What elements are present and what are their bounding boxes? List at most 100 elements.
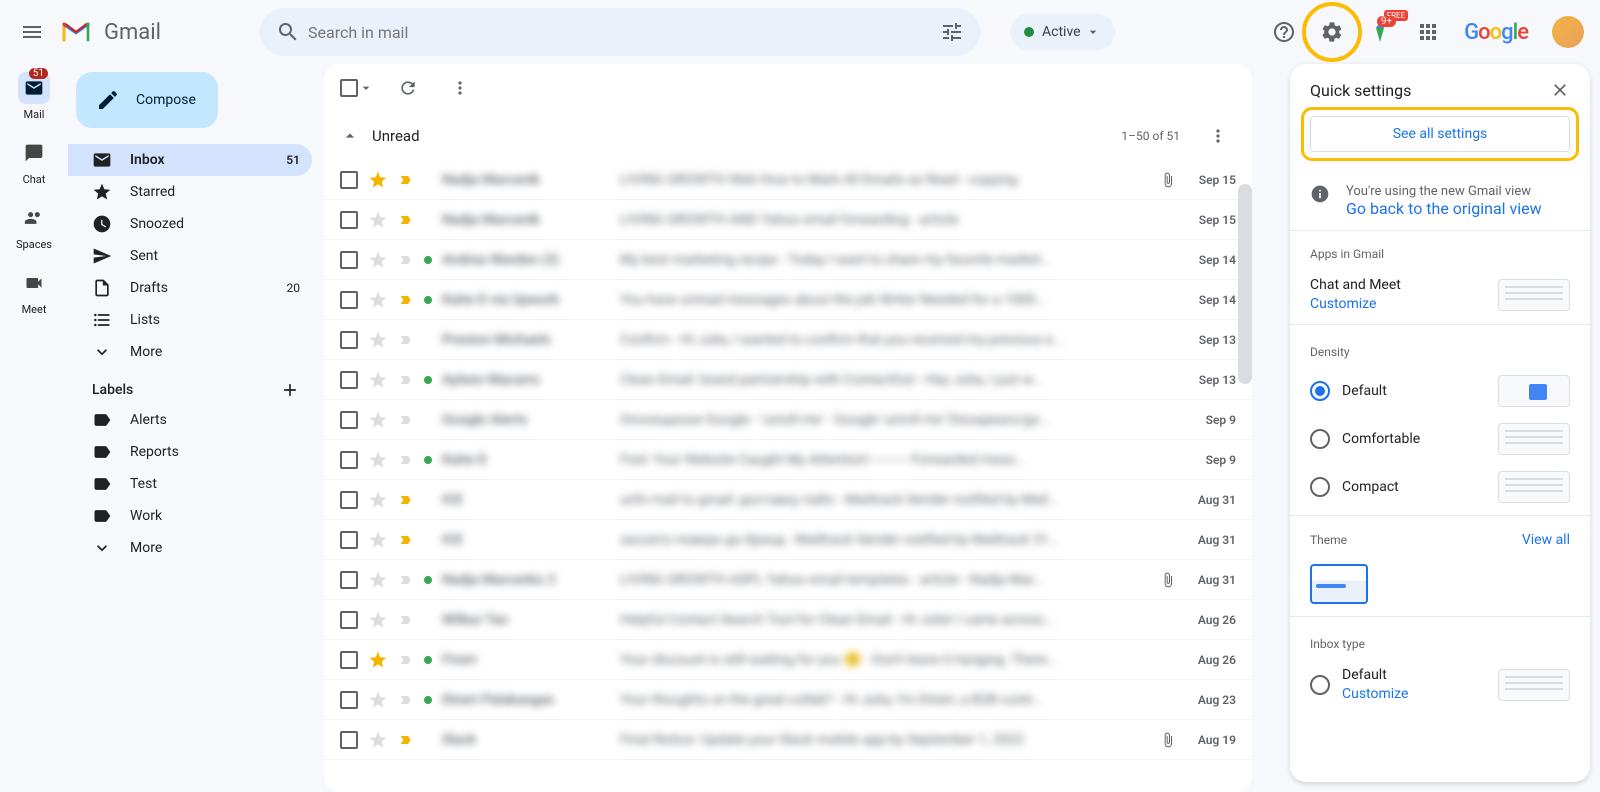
important-icon[interactable] bbox=[398, 252, 414, 268]
inbox-default-option[interactable]: Default Customize bbox=[1290, 659, 1590, 710]
email-row[interactable]: Nadja Marcenko 2 LIVING GROWTH ASPL Yaho… bbox=[324, 560, 1252, 600]
star-icon[interactable] bbox=[368, 650, 388, 670]
customize-chat-link[interactable]: Customize bbox=[1310, 296, 1376, 312]
rail-chat[interactable]: Chat bbox=[18, 137, 50, 186]
main-menu-button[interactable] bbox=[8, 8, 56, 56]
important-icon[interactable] bbox=[398, 652, 414, 668]
more-button[interactable] bbox=[442, 70, 478, 106]
important-icon[interactable] bbox=[398, 572, 414, 588]
inbox-customize-link[interactable]: Customize bbox=[1342, 686, 1408, 702]
density-compact-option[interactable]: Compact bbox=[1290, 463, 1590, 511]
star-icon[interactable] bbox=[368, 170, 388, 190]
email-row[interactable]: Ayleen Macarro Clean Email: brand partne… bbox=[324, 360, 1252, 400]
star-icon[interactable] bbox=[368, 210, 388, 230]
important-icon[interactable] bbox=[398, 732, 414, 748]
important-icon[interactable] bbox=[398, 452, 414, 468]
search-icon[interactable] bbox=[268, 12, 308, 52]
star-icon[interactable] bbox=[368, 330, 388, 350]
radio-button[interactable] bbox=[1310, 429, 1330, 449]
see-all-settings-button[interactable]: See all settings bbox=[1310, 116, 1570, 152]
email-row[interactable]: Slack Final Notice: Update your Slack mo… bbox=[324, 720, 1252, 760]
star-icon[interactable] bbox=[368, 530, 388, 550]
email-row[interactable]: ICE unfo mail to gmail: доставку пабо - … bbox=[324, 480, 1252, 520]
label-work[interactable]: Work bbox=[68, 500, 312, 532]
close-button[interactable] bbox=[1550, 80, 1570, 100]
nav-inbox[interactable]: Inbox51 bbox=[68, 144, 312, 176]
row-checkbox[interactable] bbox=[340, 611, 358, 629]
row-checkbox[interactable] bbox=[340, 531, 358, 549]
label-alerts[interactable]: Alerts bbox=[68, 404, 312, 436]
row-checkbox[interactable] bbox=[340, 491, 358, 509]
revert-view-link[interactable]: Go back to the original view bbox=[1346, 199, 1542, 218]
email-row[interactable]: ICE заснято поверх до бренд - Mailtrack … bbox=[324, 520, 1252, 560]
rail-mail[interactable]: 51 Mail bbox=[18, 72, 50, 121]
row-checkbox[interactable] bbox=[340, 411, 358, 429]
search-bar[interactable] bbox=[260, 8, 980, 56]
email-row[interactable]: Katie D Fwd: Your Website Caught My Atte… bbox=[324, 440, 1252, 480]
label-reports[interactable]: Reports bbox=[68, 436, 312, 468]
star-icon[interactable] bbox=[368, 290, 388, 310]
star-icon[interactable] bbox=[368, 730, 388, 750]
search-input[interactable] bbox=[308, 23, 932, 42]
important-icon[interactable] bbox=[398, 692, 414, 708]
important-icon[interactable] bbox=[398, 172, 414, 188]
important-icon[interactable] bbox=[398, 212, 414, 228]
density-comfortable-option[interactable]: Comfortable bbox=[1290, 415, 1590, 463]
row-checkbox[interactable] bbox=[340, 731, 358, 749]
star-icon[interactable] bbox=[368, 410, 388, 430]
gmail-logo-area[interactable]: Gmail bbox=[60, 20, 240, 45]
addon-button[interactable]: FREE 9+ bbox=[1360, 12, 1400, 52]
important-icon[interactable] bbox=[398, 532, 414, 548]
collapse-section-icon[interactable] bbox=[340, 126, 360, 146]
nav-snoozed[interactable]: Snoozed bbox=[68, 208, 312, 240]
nav-drafts[interactable]: Drafts20 bbox=[68, 272, 312, 304]
account-avatar[interactable] bbox=[1552, 16, 1584, 48]
important-icon[interactable] bbox=[398, 492, 414, 508]
email-row[interactable]: Nadja Marcenik LIVING GROWTH Web How to … bbox=[324, 160, 1252, 200]
row-checkbox[interactable] bbox=[340, 571, 358, 589]
important-icon[interactable] bbox=[398, 372, 414, 388]
star-icon[interactable] bbox=[368, 250, 388, 270]
star-icon[interactable] bbox=[368, 570, 388, 590]
row-checkbox[interactable] bbox=[340, 171, 358, 189]
row-checkbox[interactable] bbox=[340, 331, 358, 349]
radio-button[interactable] bbox=[1310, 477, 1330, 497]
nav-more[interactable]: More bbox=[68, 336, 312, 368]
star-icon[interactable] bbox=[368, 370, 388, 390]
important-icon[interactable] bbox=[398, 332, 414, 348]
radio-button[interactable] bbox=[1310, 675, 1330, 695]
rail-spaces[interactable]: Spaces bbox=[16, 202, 52, 251]
star-icon[interactable] bbox=[368, 690, 388, 710]
density-default-option[interactable]: Default bbox=[1290, 367, 1590, 415]
section-more-button[interactable] bbox=[1200, 118, 1236, 154]
label-more[interactable]: More bbox=[68, 532, 312, 564]
compose-button[interactable]: Compose bbox=[76, 72, 218, 128]
important-icon[interactable] bbox=[398, 612, 414, 628]
apps-button[interactable] bbox=[1408, 12, 1448, 52]
label-test[interactable]: Test bbox=[68, 468, 312, 500]
row-checkbox[interactable] bbox=[340, 291, 358, 309]
select-all-checkbox[interactable] bbox=[340, 79, 374, 97]
email-row[interactable]: Andrea Warden (3) My best marketing reci… bbox=[324, 240, 1252, 280]
star-icon[interactable] bbox=[368, 490, 388, 510]
star-icon[interactable] bbox=[368, 450, 388, 470]
settings-button[interactable] bbox=[1312, 12, 1352, 52]
add-label-button[interactable] bbox=[280, 380, 300, 400]
row-checkbox[interactable] bbox=[340, 211, 358, 229]
support-button[interactable] bbox=[1264, 12, 1304, 52]
email-row[interactable]: Google Alerts Onoveщeння Google - 'unrol… bbox=[324, 400, 1252, 440]
chevron-down-icon[interactable] bbox=[358, 80, 374, 96]
radio-button[interactable] bbox=[1310, 381, 1330, 401]
theme-preview-selected[interactable] bbox=[1310, 564, 1368, 604]
row-checkbox[interactable] bbox=[340, 451, 358, 469]
email-row[interactable]: Fiverr Your discount is still waiting fo… bbox=[324, 640, 1252, 680]
email-row[interactable]: Nadja Marcenik LIVING GROWTH AND Yahoo e… bbox=[324, 200, 1252, 240]
nav-sent[interactable]: Sent bbox=[68, 240, 312, 272]
google-logo[interactable]: Google bbox=[1464, 20, 1528, 45]
star-icon[interactable] bbox=[368, 610, 388, 630]
email-row[interactable]: Wilbur Tan Helpful Contact Search Tool f… bbox=[324, 600, 1252, 640]
row-checkbox[interactable] bbox=[340, 371, 358, 389]
nav-starred[interactable]: Starred bbox=[68, 176, 312, 208]
email-row[interactable]: Preston Michaels Confirm - Hi Julia, I w… bbox=[324, 320, 1252, 360]
rail-meet[interactable]: Meet bbox=[18, 267, 50, 316]
